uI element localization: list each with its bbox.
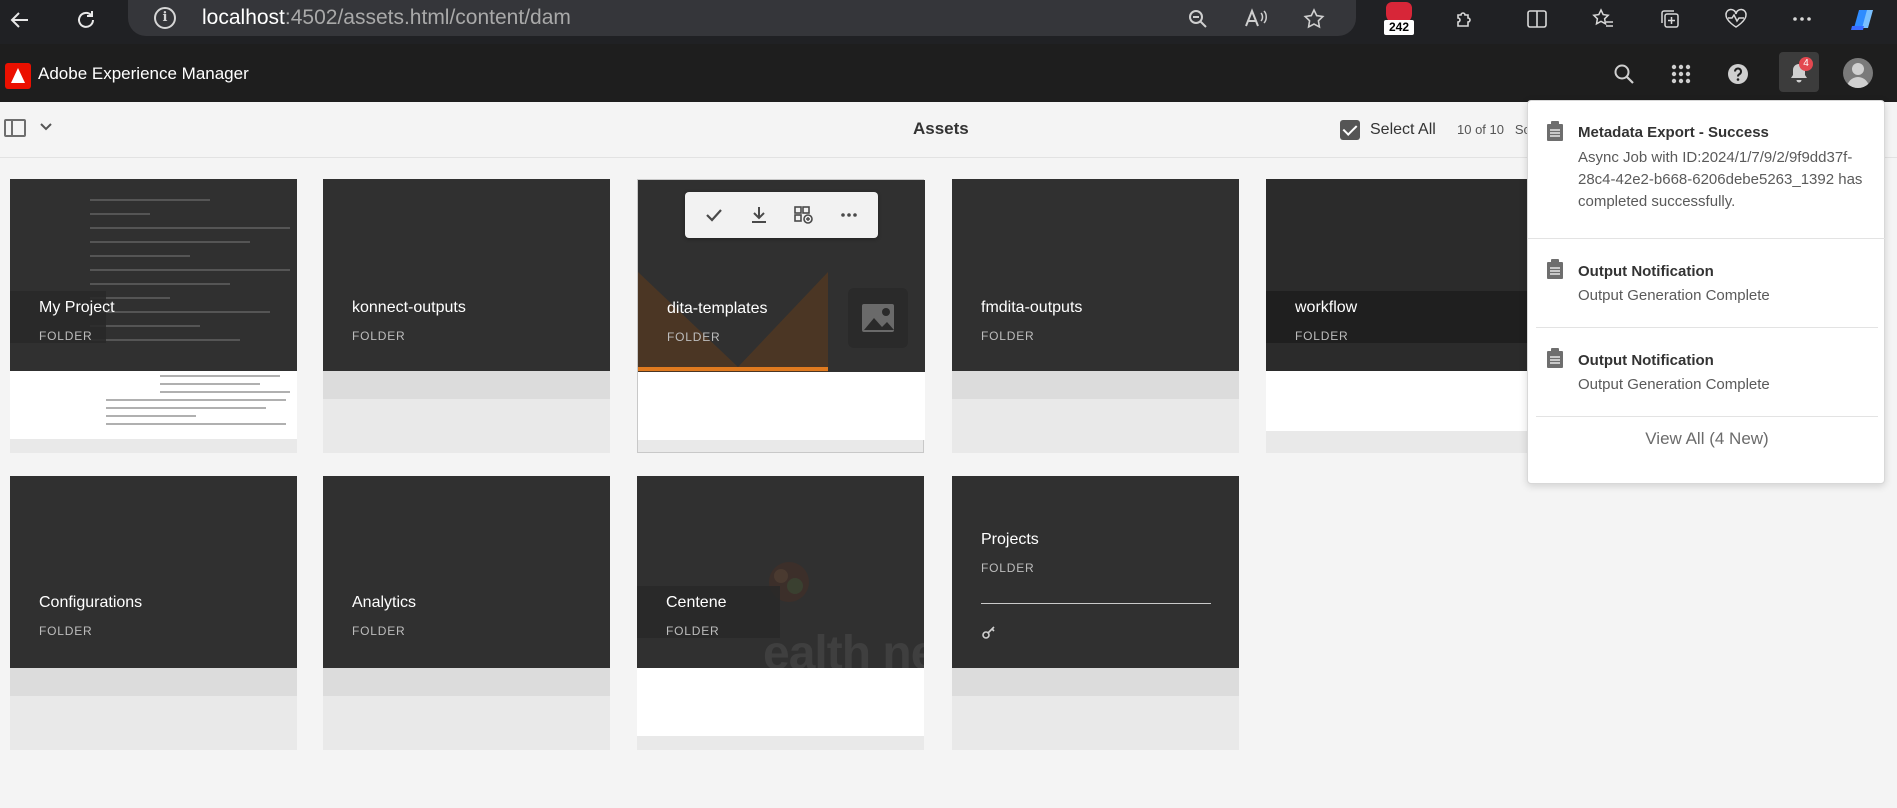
extension-badge-count: 242 [1384,20,1414,35]
folder-card[interactable]: Analytics FOLDER [323,476,610,750]
more-options-icon[interactable] [1786,3,1818,35]
folder-card[interactable]: konnect-outputs FOLDER [323,179,610,453]
notification-item[interactable]: Output Notification Output Generation Co… [1536,328,1878,417]
folder-name: Configurations [39,594,143,611]
folder-card[interactable]: fmdita-outputs FOLDER [952,179,1239,453]
notification-body: Output Generation Complete [1578,287,1770,304]
folder-type: FOLDER [981,329,1035,343]
watermark-text: ealth ne [763,627,924,668]
search-icon[interactable] [1607,57,1641,91]
folder-card[interactable]: ealth ne Centene FOLDER [637,476,924,750]
more-actions-icon[interactable] [832,198,866,232]
folder-type: FOLDER [667,330,721,344]
site-info-icon[interactable]: i [154,7,176,29]
notification-count-badge: 4 [1799,57,1813,71]
divider [981,603,1211,604]
notification-body: Output Generation Complete [1578,376,1770,393]
image-placeholder-icon [848,288,908,348]
address-bar[interactable]: i localhost:4502/assets.html/content/dam [128,0,1356,36]
notifications-button[interactable]: 4 [1779,52,1819,92]
folder-type: FOLDER [1295,329,1349,343]
folder-name: konnect-outputs [352,299,466,316]
key-icon [981,624,997,645]
copilot-icon[interactable] [1847,3,1879,35]
notification-body: Async Job with ID:2024/1/7/9/2/9f9dd37f-… [1578,149,1863,210]
rail-toggle-icon[interactable] [4,119,26,137]
folder-type: FOLDER [352,329,406,343]
folder-name: dita-templates [667,300,768,317]
notification-title: Output Notification [1578,263,1714,280]
view-all-link[interactable]: View All (4 New) [1528,429,1886,449]
folder-thumbnail: ealth ne [637,476,924,668]
folder-card[interactable]: My Project FOLDER [10,179,297,453]
clipboard-icon [1547,259,1563,279]
notification-item[interactable]: Output Notification Output Generation Co… [1536,239,1878,328]
read-aloud-icon[interactable] [1240,3,1272,35]
favorites-icon[interactable] [1587,3,1619,35]
folder-name: workflow [1295,299,1358,316]
select-all-label: Select All [1370,121,1436,138]
select-check-icon[interactable] [697,198,731,232]
back-icon[interactable] [2,4,38,36]
notification-item[interactable]: Metadata Export - Success Async Job with… [1528,101,1886,239]
folder-name: fmdita-outputs [981,299,1083,316]
url-text[interactable]: localhost:4502/assets.html/content/dam [202,6,571,30]
help-icon[interactable] [1721,57,1755,91]
page-title: Assets [913,119,969,138]
add-to-collection-icon[interactable] [787,198,821,232]
favorite-star-icon[interactable] [1298,3,1330,35]
browser-toolbar: i localhost:4502/assets.html/content/dam… [0,0,1897,44]
split-screen-icon[interactable] [1521,3,1553,35]
folder-type: FOLDER [39,624,93,638]
clipboard-icon [1547,348,1563,368]
folder-thumbnail [323,476,610,668]
folder-name: Centene [666,594,727,611]
select-all-button[interactable]: Select All [1340,118,1436,142]
folder-name: Projects [981,531,1039,548]
folder-name: My Project [39,299,115,316]
aem-header: Adobe Experience Manager 4 [0,44,1897,102]
folder-type: FOLDER [352,624,406,638]
refresh-icon[interactable] [68,4,104,36]
extensions-puzzle-icon[interactable] [1449,3,1481,35]
browser-health-icon[interactable] [1720,3,1752,35]
adobe-logo-icon[interactable] [5,63,31,89]
download-icon[interactable] [742,198,776,232]
folder-card[interactable]: dita-templates FOLDER [637,179,925,453]
solutions-grid-icon[interactable] [1664,57,1698,91]
document-preview [10,371,297,439]
notification-title: Metadata Export - Success [1578,124,1769,141]
folder-thumbnail [10,476,297,668]
user-avatar[interactable] [1843,58,1873,88]
folder-name: Analytics [352,594,417,611]
notifications-popover: Metadata Export - Success Async Job with… [1527,100,1886,484]
quick-actions-toolbar [685,192,878,238]
folder-card[interactable]: Configurations FOLDER [10,476,297,750]
folder-type: FOLDER [39,329,93,343]
item-count: 10 of 10 Sc [1457,122,1531,137]
app-title[interactable]: Adobe Experience Manager [38,64,249,84]
folder-type: FOLDER [666,624,720,638]
extension-shield-icon[interactable]: 242 [1384,2,1414,36]
collections-icon[interactable] [1654,3,1686,35]
folder-card[interactable]: workflow FOLDER [1266,179,1553,453]
chevron-down-icon[interactable] [36,116,56,136]
folder-card[interactable]: Projects FOLDER [952,476,1239,750]
clipboard-icon [1547,121,1563,141]
select-all-checkbox-icon [1340,120,1360,140]
folder-type: FOLDER [981,561,1035,575]
zoom-out-icon[interactable] [1182,3,1214,35]
notification-title: Output Notification [1578,352,1714,369]
